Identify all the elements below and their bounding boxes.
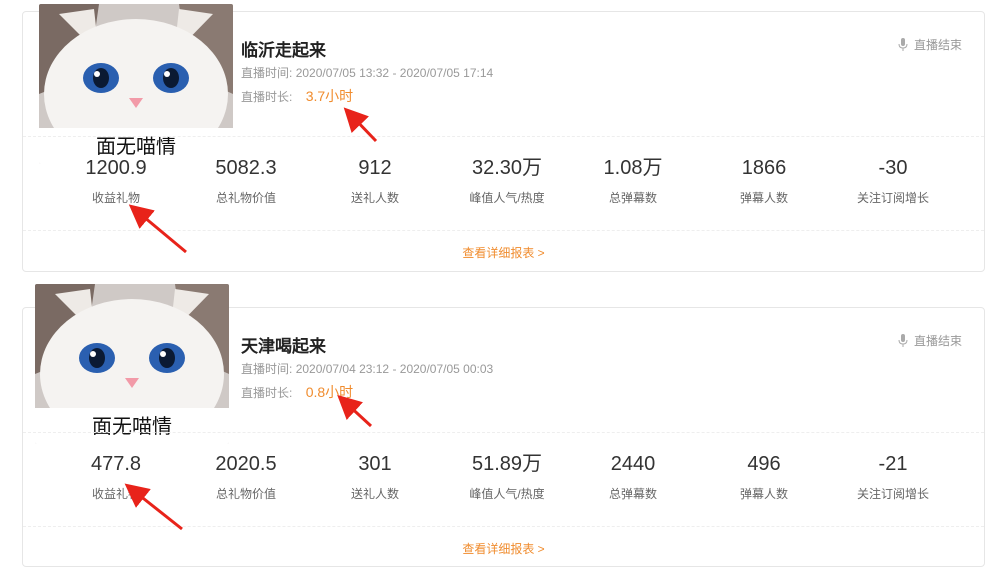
arrow-duration-card1 <box>343 107 378 143</box>
arrow-duration-card2 <box>337 394 373 428</box>
arrow-income-card1 <box>128 204 187 254</box>
annotation-arrows <box>124 107 378 531</box>
arrow-income-card2 <box>124 483 183 531</box>
